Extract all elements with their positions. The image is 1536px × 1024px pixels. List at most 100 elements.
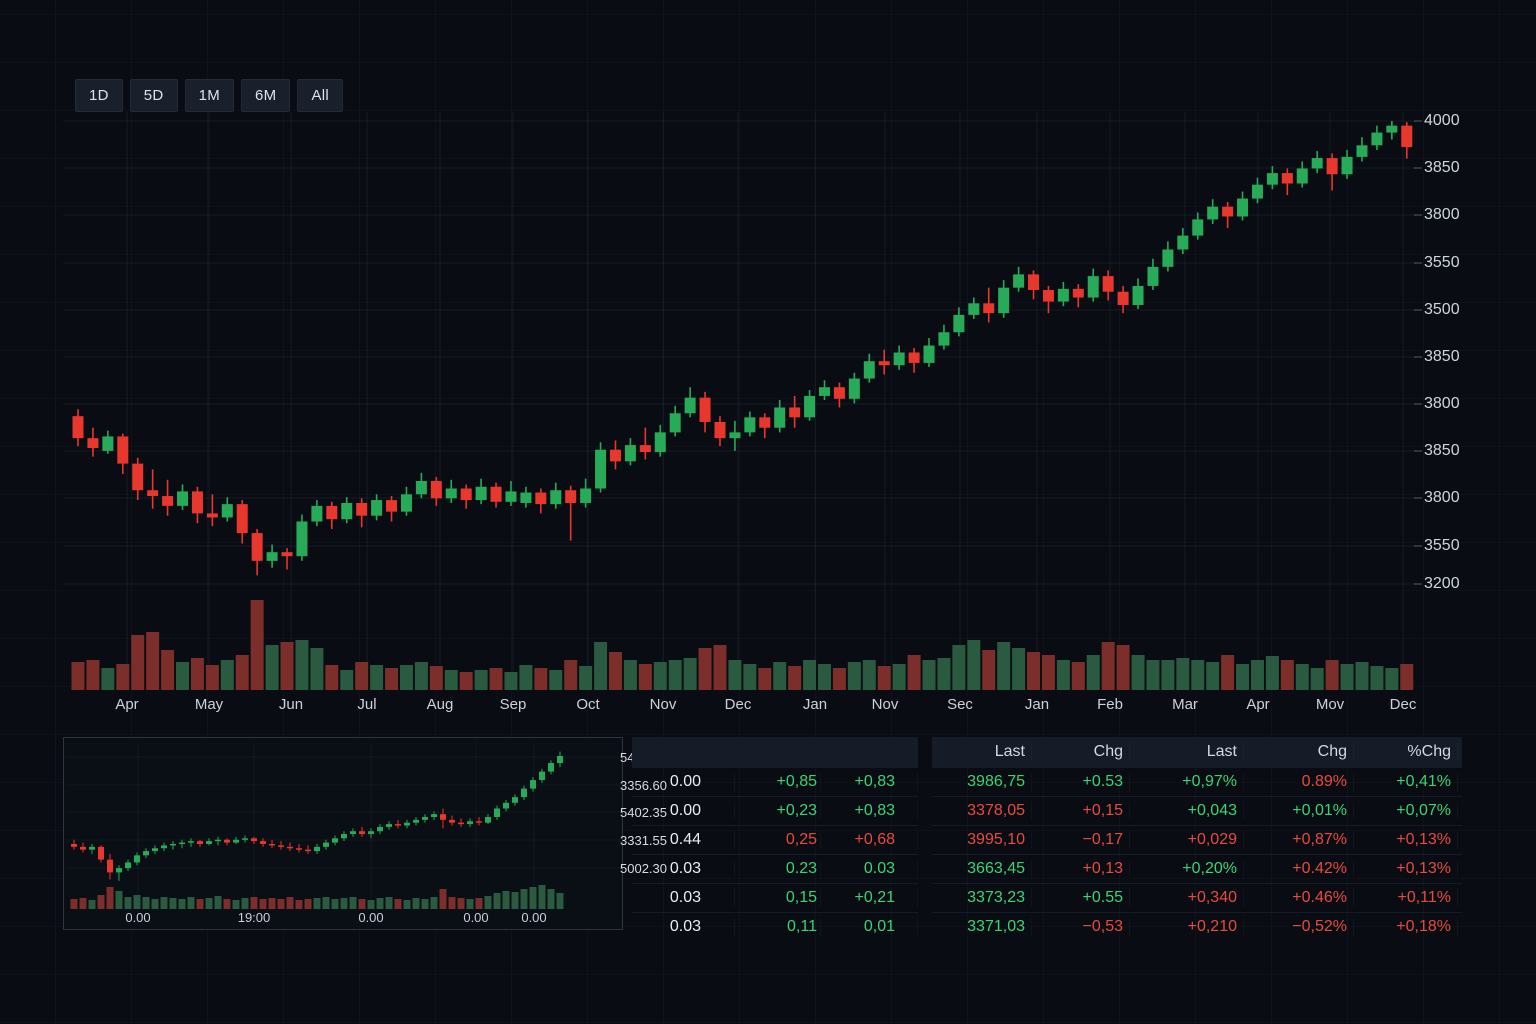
quote-table-right-header: LastChgLastChg%Chg bbox=[932, 737, 1462, 767]
cell: +0,01% bbox=[1244, 802, 1354, 820]
cell: +0,13% bbox=[1354, 831, 1458, 849]
cell: +0,85 bbox=[735, 773, 821, 791]
quote-table-left-header bbox=[632, 737, 918, 767]
y-axis-tick-label: 3800 bbox=[1424, 489, 1476, 507]
x-axis-month-label: Apr bbox=[1228, 696, 1288, 713]
cell: +0,13% bbox=[1354, 860, 1458, 878]
cell: 0,15 bbox=[735, 889, 821, 907]
quote-table-right: LastChgLastChg%Chg 3986,75+0.53+0,97%0.8… bbox=[932, 737, 1462, 941]
mini-x-axis-label: 0.00 bbox=[446, 910, 506, 925]
mini-x-axis-label: 0.00 bbox=[108, 910, 168, 925]
cell: 3373,23 bbox=[932, 889, 1032, 907]
x-axis-month-label: Mov bbox=[1300, 696, 1360, 713]
mini-x-axis-label: 19:00 bbox=[224, 910, 284, 925]
mini-candles-layer bbox=[71, 752, 563, 881]
cell: +0,23 bbox=[735, 802, 821, 820]
table-row: 3378,05+0,15+0,043+0,01%+0,07% bbox=[932, 796, 1462, 825]
cell: +0.55 bbox=[1032, 889, 1130, 907]
cell: 3378,05 bbox=[932, 802, 1032, 820]
x-axis-month-label: Nov bbox=[633, 696, 693, 713]
cell: +0,41% bbox=[1354, 773, 1458, 791]
cell: 0.00 bbox=[632, 773, 735, 791]
y-axis-tick-label: 4000 bbox=[1424, 112, 1476, 130]
cell: +0,97% bbox=[1130, 773, 1244, 791]
main-candlestick-chart bbox=[60, 108, 1422, 700]
cell: +0,21 bbox=[821, 889, 918, 907]
y-axis-tick-label: 3550 bbox=[1424, 537, 1476, 555]
cell: 0.03 bbox=[632, 889, 735, 907]
y-axis-tick-label: 3850 bbox=[1424, 442, 1476, 460]
cell: +0.42% bbox=[1244, 860, 1354, 878]
x-axis-month-label: Jan bbox=[1007, 696, 1067, 713]
cell: 0,11 bbox=[735, 918, 821, 936]
cell: +0.46% bbox=[1244, 889, 1354, 907]
cell: +0,210 bbox=[1130, 918, 1244, 936]
column-header: Last bbox=[932, 743, 1032, 761]
table-row: 3663,45+0,13+0,20%+0.42%+0,13% bbox=[932, 854, 1462, 883]
y-axis-tick-label: 3850 bbox=[1424, 159, 1476, 177]
cell: 0.89% bbox=[1244, 773, 1354, 791]
x-axis-month-label: May bbox=[179, 696, 239, 713]
x-axis-month-label: Apr bbox=[97, 696, 157, 713]
cell: 0.03 bbox=[821, 860, 918, 878]
main-volume-layer bbox=[72, 600, 1414, 690]
x-axis-month-label: Dec bbox=[708, 696, 768, 713]
mini-grid-layer bbox=[66, 742, 620, 906]
table-row: 0.030,15+0,21 bbox=[632, 883, 918, 912]
table-row: 0.440,25+0,68 bbox=[632, 825, 918, 854]
table-row: 3995,10−0,17+0,029+0,87%+0,13% bbox=[932, 825, 1462, 854]
table-row: 0.030,110,01 bbox=[632, 912, 918, 941]
table-row: 3371,03−0,53+0,210−0,52%+0,18% bbox=[932, 912, 1462, 941]
y-axis-tick-label: 3800 bbox=[1424, 395, 1476, 413]
mini-chart-panel: 5499.953356.605402.353331.555002.30 0.00… bbox=[63, 737, 623, 930]
cell: −0,52% bbox=[1244, 918, 1354, 936]
cell: +0,13 bbox=[1032, 860, 1130, 878]
x-axis-month-label: Jun bbox=[261, 696, 321, 713]
cell: 0.03 bbox=[632, 918, 735, 936]
table-row: 0.00+0,85+0,83 bbox=[632, 767, 918, 796]
table-row: 0.00+0,23+0,83 bbox=[632, 796, 918, 825]
cell: 0.44 bbox=[632, 831, 735, 849]
y-axis-tick-label: 3850 bbox=[1424, 348, 1476, 366]
mini-x-axis-label: 0.00 bbox=[341, 910, 401, 925]
main-grid-layer bbox=[63, 112, 1422, 690]
x-axis-month-label: Jul bbox=[337, 696, 397, 713]
cell: 0.23 bbox=[735, 860, 821, 878]
cell: +0,20% bbox=[1130, 860, 1244, 878]
y-axis-tick-label: 3550 bbox=[1424, 254, 1476, 272]
cell: +0,83 bbox=[821, 802, 918, 820]
cell: 3986,75 bbox=[932, 773, 1032, 791]
cell: 3371,03 bbox=[932, 918, 1032, 936]
x-axis-month-label: Dec bbox=[1373, 696, 1433, 713]
cell: +0,68 bbox=[821, 831, 918, 849]
x-axis-month-label: Aug bbox=[410, 696, 470, 713]
cell: +0,18% bbox=[1354, 918, 1458, 936]
quote-table-left: 0.00+0,85+0,830.00+0,23+0,830.440,25+0,6… bbox=[632, 737, 918, 941]
y-axis-tick-label: 3200 bbox=[1424, 575, 1476, 593]
x-axis-month-label: Feb bbox=[1080, 696, 1140, 713]
x-axis-month-label: Mar bbox=[1155, 696, 1215, 713]
x-axis-month-label: Sec bbox=[930, 696, 990, 713]
cell: +0,87% bbox=[1244, 831, 1354, 849]
cell: −0,17 bbox=[1032, 831, 1130, 849]
column-header: Last bbox=[1130, 743, 1244, 761]
table-row: 3373,23+0.55+0,340+0.46%+0,11% bbox=[932, 883, 1462, 912]
table-row: 3986,75+0.53+0,97%0.89%+0,41% bbox=[932, 767, 1462, 796]
mini-x-axis-label: 0.00 bbox=[504, 910, 564, 925]
main-candles-layer bbox=[73, 121, 1413, 575]
y-axis-tick-label: 3500 bbox=[1424, 301, 1476, 319]
quote-table-right-body: 3986,75+0.53+0,97%0.89%+0,41%3378,05+0,1… bbox=[932, 767, 1462, 941]
column-header: Chg bbox=[1032, 743, 1130, 761]
cell: 0.03 bbox=[632, 860, 735, 878]
cell: +0,340 bbox=[1130, 889, 1244, 907]
cell: 3663,45 bbox=[932, 860, 1032, 878]
y-axis-tick-label: 3800 bbox=[1424, 206, 1476, 224]
cell: +0,83 bbox=[821, 773, 918, 791]
cell: +0.53 bbox=[1032, 773, 1130, 791]
cell: +0,043 bbox=[1130, 802, 1244, 820]
cell: +0,029 bbox=[1130, 831, 1244, 849]
main-chart-canvas bbox=[60, 108, 1422, 700]
x-axis-month-label: Jan bbox=[785, 696, 845, 713]
x-axis-month-label: Sep bbox=[483, 696, 543, 713]
quote-table-left-body: 0.00+0,85+0,830.00+0,23+0,830.440,25+0,6… bbox=[632, 767, 918, 941]
